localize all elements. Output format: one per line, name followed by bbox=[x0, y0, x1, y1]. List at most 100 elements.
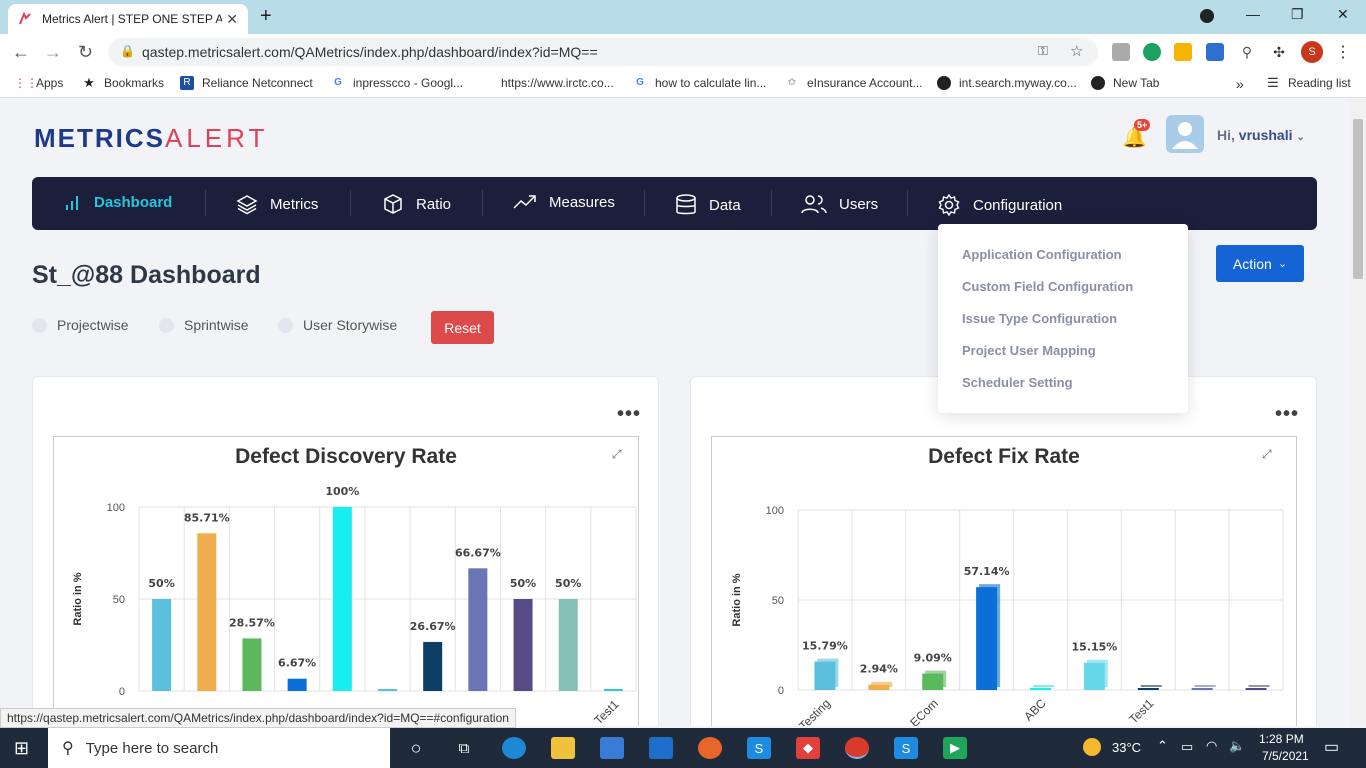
nav-label: Ratio bbox=[416, 195, 452, 213]
menu-item-application-configuration[interactable]: Application Configuration bbox=[962, 247, 1122, 262]
back-icon[interactable]: ← bbox=[12, 42, 30, 63]
tab-search-icon[interactable] bbox=[1200, 9, 1214, 23]
nav-users[interactable]: Users bbox=[801, 193, 878, 215]
forward-icon[interactable]: → bbox=[44, 42, 62, 63]
address-bar[interactable]: 🔒 qastep.metricsalert.com/QAMetrics/inde… bbox=[108, 38, 1098, 66]
bookmark-star-icon[interactable]: ☆ bbox=[1070, 42, 1083, 60]
extension-icon-3[interactable] bbox=[1174, 43, 1192, 61]
nav-measures[interactable]: Measures bbox=[513, 193, 615, 211]
close-window-icon[interactable]: ✕ bbox=[1337, 6, 1349, 23]
nav-data[interactable]: Data bbox=[675, 193, 741, 217]
bookmark-bookmarks[interactable]: ★ Bookmarks bbox=[82, 76, 164, 91]
media-player-icon[interactable]: ▶ bbox=[943, 737, 967, 759]
bookmark-inpresscco[interactable]: Ginpresscco - Googl... bbox=[331, 76, 463, 90]
wifi-icon[interactable]: ◠ bbox=[1206, 738, 1217, 754]
maximize-icon[interactable]: ❐ bbox=[1291, 6, 1304, 23]
store-icon[interactable] bbox=[600, 737, 624, 759]
more-bookmarks-button[interactable]: » bbox=[1236, 76, 1244, 92]
greeting-text: Hi, bbox=[1217, 127, 1235, 143]
bookmark-reliance[interactable]: R Reliance Netconnect bbox=[180, 76, 313, 90]
radio-circle[interactable] bbox=[278, 317, 293, 333]
close-tab-icon[interactable]: ✕ bbox=[226, 11, 238, 28]
bookmark-label: Apps bbox=[36, 76, 64, 90]
reset-button[interactable]: Reset bbox=[431, 311, 494, 344]
menu-item-scheduler-setting[interactable]: Scheduler Setting bbox=[962, 375, 1073, 390]
clock-time[interactable]: 1:28 PM bbox=[1259, 732, 1304, 746]
radio-user-storywise[interactable]: User Storywise bbox=[278, 317, 397, 333]
weather-icon[interactable] bbox=[1083, 738, 1101, 756]
key-icon[interactable]: ⚿ bbox=[1038, 43, 1048, 59]
main-navigation: Dashboard Metrics Ratio Measures Data Us… bbox=[32, 177, 1317, 230]
metrics-alert-logo[interactable]: METRICSALERT bbox=[34, 123, 268, 154]
app-s-icon[interactable]: S bbox=[747, 737, 771, 759]
bookmark-einsurance[interactable]: ✩ eInsurance Account... bbox=[785, 76, 923, 90]
page-scrollbar[interactable] bbox=[1350, 99, 1366, 726]
menu-kebab-icon[interactable]: ⋮ bbox=[1334, 43, 1352, 61]
defect-fix-rate-chart: 0 50 100 Ratio in % 15.79% Testing 2.94% 9.09% E… bbox=[731, 505, 1284, 726]
taskbar-search-box[interactable]: ⚲ Type here to search bbox=[48, 728, 390, 768]
user-menu[interactable]: Hi, vrushali ⌄ bbox=[1217, 127, 1305, 143]
menu-item-issue-type-configuration[interactable]: Issue Type Configuration bbox=[962, 311, 1117, 326]
bookmark-myway[interactable]: int.search.myway.co... bbox=[937, 76, 1077, 90]
radio-sprintwise[interactable]: Sprintwise bbox=[159, 317, 249, 333]
radio-projectwise[interactable]: Projectwise bbox=[32, 317, 129, 333]
avatar[interactable] bbox=[1166, 115, 1204, 153]
new-tab-icon[interactable]: + bbox=[260, 5, 272, 28]
notifications-icon[interactable]: ▭ bbox=[1324, 737, 1339, 757]
bookmark-apps[interactable]: ⋮⋮ Apps bbox=[14, 76, 63, 90]
edge-icon[interactable] bbox=[502, 737, 526, 759]
volume-icon[interactable]: 🔈 bbox=[1229, 738, 1245, 754]
location-pin-icon[interactable]: ⚲ bbox=[1238, 43, 1256, 61]
notification-badge: 5+ bbox=[1134, 119, 1151, 131]
radio-circle[interactable] bbox=[32, 317, 47, 333]
bookmark-newtab[interactable]: New Tab bbox=[1091, 76, 1159, 90]
menu-item-custom-field-configuration[interactable]: Custom Field Configuration bbox=[962, 279, 1133, 294]
action-button[interactable]: Action ⌄ bbox=[1216, 245, 1304, 282]
app-s2-icon[interactable]: S bbox=[894, 737, 918, 759]
bar-depth bbox=[1248, 685, 1270, 687]
temperature[interactable]: 33°C bbox=[1112, 740, 1141, 755]
layers-icon bbox=[236, 195, 258, 215]
more-options-icon[interactable]: ••• bbox=[1275, 403, 1299, 426]
bar bbox=[468, 568, 488, 691]
reload-icon[interactable]: ↻ bbox=[78, 42, 93, 63]
bar bbox=[558, 599, 578, 691]
bar-depth bbox=[1033, 685, 1054, 687]
reading-list-button[interactable]: ☰ Reading list bbox=[1266, 75, 1351, 91]
extension-icon-4[interactable] bbox=[1206, 43, 1224, 61]
more-options-icon[interactable]: ••• bbox=[617, 403, 641, 426]
bookmark-irctc[interactable]: https://www.irctc.co... bbox=[501, 76, 614, 90]
bookmark-calculate[interactable]: Ghow to calculate lin... bbox=[633, 76, 766, 90]
puzzle-icon[interactable]: ✣ bbox=[1270, 43, 1288, 61]
bookmark-label: how to calculate lin... bbox=[655, 76, 767, 90]
mail-icon[interactable] bbox=[649, 737, 673, 759]
profile-icon[interactable]: S bbox=[1301, 41, 1323, 63]
battery-icon[interactable]: ▭ bbox=[1181, 739, 1193, 755]
clock-date[interactable]: 7/5/2021 bbox=[1262, 749, 1309, 763]
nav-configuration[interactable]: Configuration bbox=[937, 193, 1062, 217]
firefox-icon[interactable] bbox=[698, 737, 722, 759]
anydesk-icon[interactable]: ◆ bbox=[796, 737, 820, 759]
nav-metrics[interactable]: Metrics bbox=[236, 193, 318, 215]
minimize-icon[interactable]: — bbox=[1246, 6, 1260, 22]
extension-icon-1[interactable] bbox=[1112, 43, 1130, 61]
menu-item-project-user-mapping[interactable]: Project User Mapping bbox=[962, 343, 1096, 358]
task-view-icon[interactable]: ⧉ bbox=[452, 737, 476, 759]
file-explorer-icon[interactable] bbox=[551, 737, 575, 759]
bookmarks-bar: ⋮⋮ Apps ★ Bookmarks R Reliance Netconnect G… bbox=[0, 70, 1366, 98]
lock-icon: 🔒 bbox=[120, 44, 135, 58]
bookmark-label: inpresscco - Googl... bbox=[353, 76, 464, 90]
browser-tab[interactable]: Metrics Alert | STEP ONE STEP AH ✕ bbox=[8, 4, 248, 34]
nav-ratio[interactable]: Ratio bbox=[382, 193, 451, 215]
radio-circle[interactable] bbox=[159, 317, 174, 333]
bar bbox=[378, 689, 397, 691]
reading-list-icon: ☰ bbox=[1267, 75, 1279, 90]
bar bbox=[1083, 662, 1105, 690]
cortana-icon[interactable]: ○ bbox=[404, 737, 428, 759]
chrome-icon[interactable] bbox=[845, 737, 869, 759]
tray-chevron-icon[interactable]: ⌃ bbox=[1157, 738, 1168, 754]
windows-start-icon[interactable]: ⊞ bbox=[14, 738, 29, 759]
scrollbar-thumb[interactable] bbox=[1353, 119, 1363, 279]
nav-dashboard[interactable]: Dashboard bbox=[64, 193, 172, 211]
extension-icon-2[interactable] bbox=[1143, 43, 1161, 61]
